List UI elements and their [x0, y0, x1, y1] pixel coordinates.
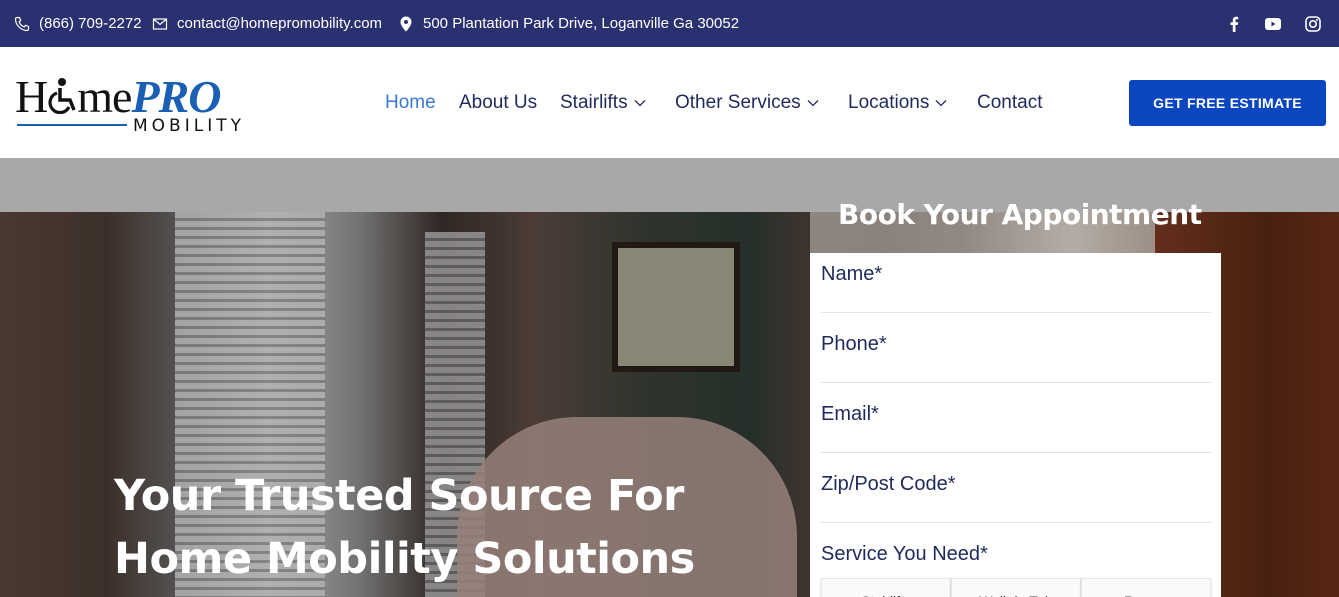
service-label: Service You Need*: [821, 543, 988, 565]
nav-contact-label: Contact: [977, 91, 1043, 113]
service-option-walk-in-tub[interactable]: Walk-in Tub: [951, 578, 1081, 597]
service-options: Stairlifts Walk-in Tub Ramps: [821, 578, 1211, 597]
zip-code-field[interactable]: Zip/Post Code*: [821, 463, 1211, 523]
chevron-down-icon: [807, 97, 819, 109]
top-info-bar: (866) 709-2272 contact@homepromobility.c…: [0, 0, 1339, 47]
hero-title-line-2: Home Mobility Solutions: [114, 534, 695, 584]
zip-label: Zip/Post Code*: [821, 473, 956, 495]
book-appointment-title: Book Your Appointment: [838, 198, 1202, 231]
email-field[interactable]: Email*: [821, 393, 1211, 453]
phone-field[interactable]: Phone*: [821, 323, 1211, 383]
phone-number: (866) 709-2272: [39, 15, 142, 32]
nav-other-label: Other Services: [675, 91, 801, 113]
map-pin-icon: [398, 16, 414, 32]
hero-title-line-1: Your Trusted Source For: [114, 471, 684, 521]
address-link[interactable]: 500 Plantation Park Drive, Loganville Ga…: [398, 0, 739, 47]
instagram-icon[interactable]: [1303, 0, 1323, 47]
phone-link[interactable]: (866) 709-2272: [14, 0, 142, 47]
nav-contact[interactable]: Contact: [977, 47, 1042, 158]
nav-locations-label: Locations: [848, 91, 930, 113]
facebook-icon[interactable]: [1224, 0, 1244, 47]
nav-stairlifts-label: Stairlifts: [560, 91, 628, 113]
email-link[interactable]: contact@homepromobility.com: [152, 0, 382, 47]
appointment-form: Name* Phone* Email* Zip/Post Code* Servi…: [810, 253, 1221, 597]
phone-icon: [14, 16, 30, 32]
youtube-icon[interactable]: [1263, 0, 1283, 47]
site-header: HmePRO MOBILITY Home About Us Stairlifts…: [0, 47, 1339, 158]
get-free-estimate-button[interactable]: GET FREE ESTIMATE: [1129, 80, 1326, 126]
nav-other-services[interactable]: Other Services: [675, 47, 819, 158]
service-option-stairlifts[interactable]: Stairlifts: [821, 578, 951, 597]
chevron-down-icon: [634, 97, 646, 109]
email-address: contact@homepromobility.com: [177, 15, 383, 32]
email-label: Email*: [821, 403, 879, 425]
name-label: Name*: [821, 263, 883, 285]
nav-about-us[interactable]: About Us: [459, 47, 537, 158]
envelope-icon: [152, 16, 168, 32]
nav-home-label: Home: [385, 91, 436, 113]
phone-label: Phone*: [821, 333, 887, 355]
service-option-ramps[interactable]: Ramps: [1081, 578, 1211, 597]
street-address: 500 Plantation Park Drive, Loganville Ga…: [423, 15, 740, 32]
nav-home[interactable]: Home: [385, 47, 436, 158]
hero-title: Your Trusted Source For Home Mobility So…: [114, 465, 754, 591]
chevron-down-icon: [935, 97, 947, 109]
nav-about-label: About Us: [459, 91, 538, 113]
nav-locations[interactable]: Locations: [848, 47, 947, 158]
nav-stairlifts[interactable]: Stairlifts: [560, 47, 646, 158]
name-field[interactable]: Name*: [821, 253, 1211, 313]
